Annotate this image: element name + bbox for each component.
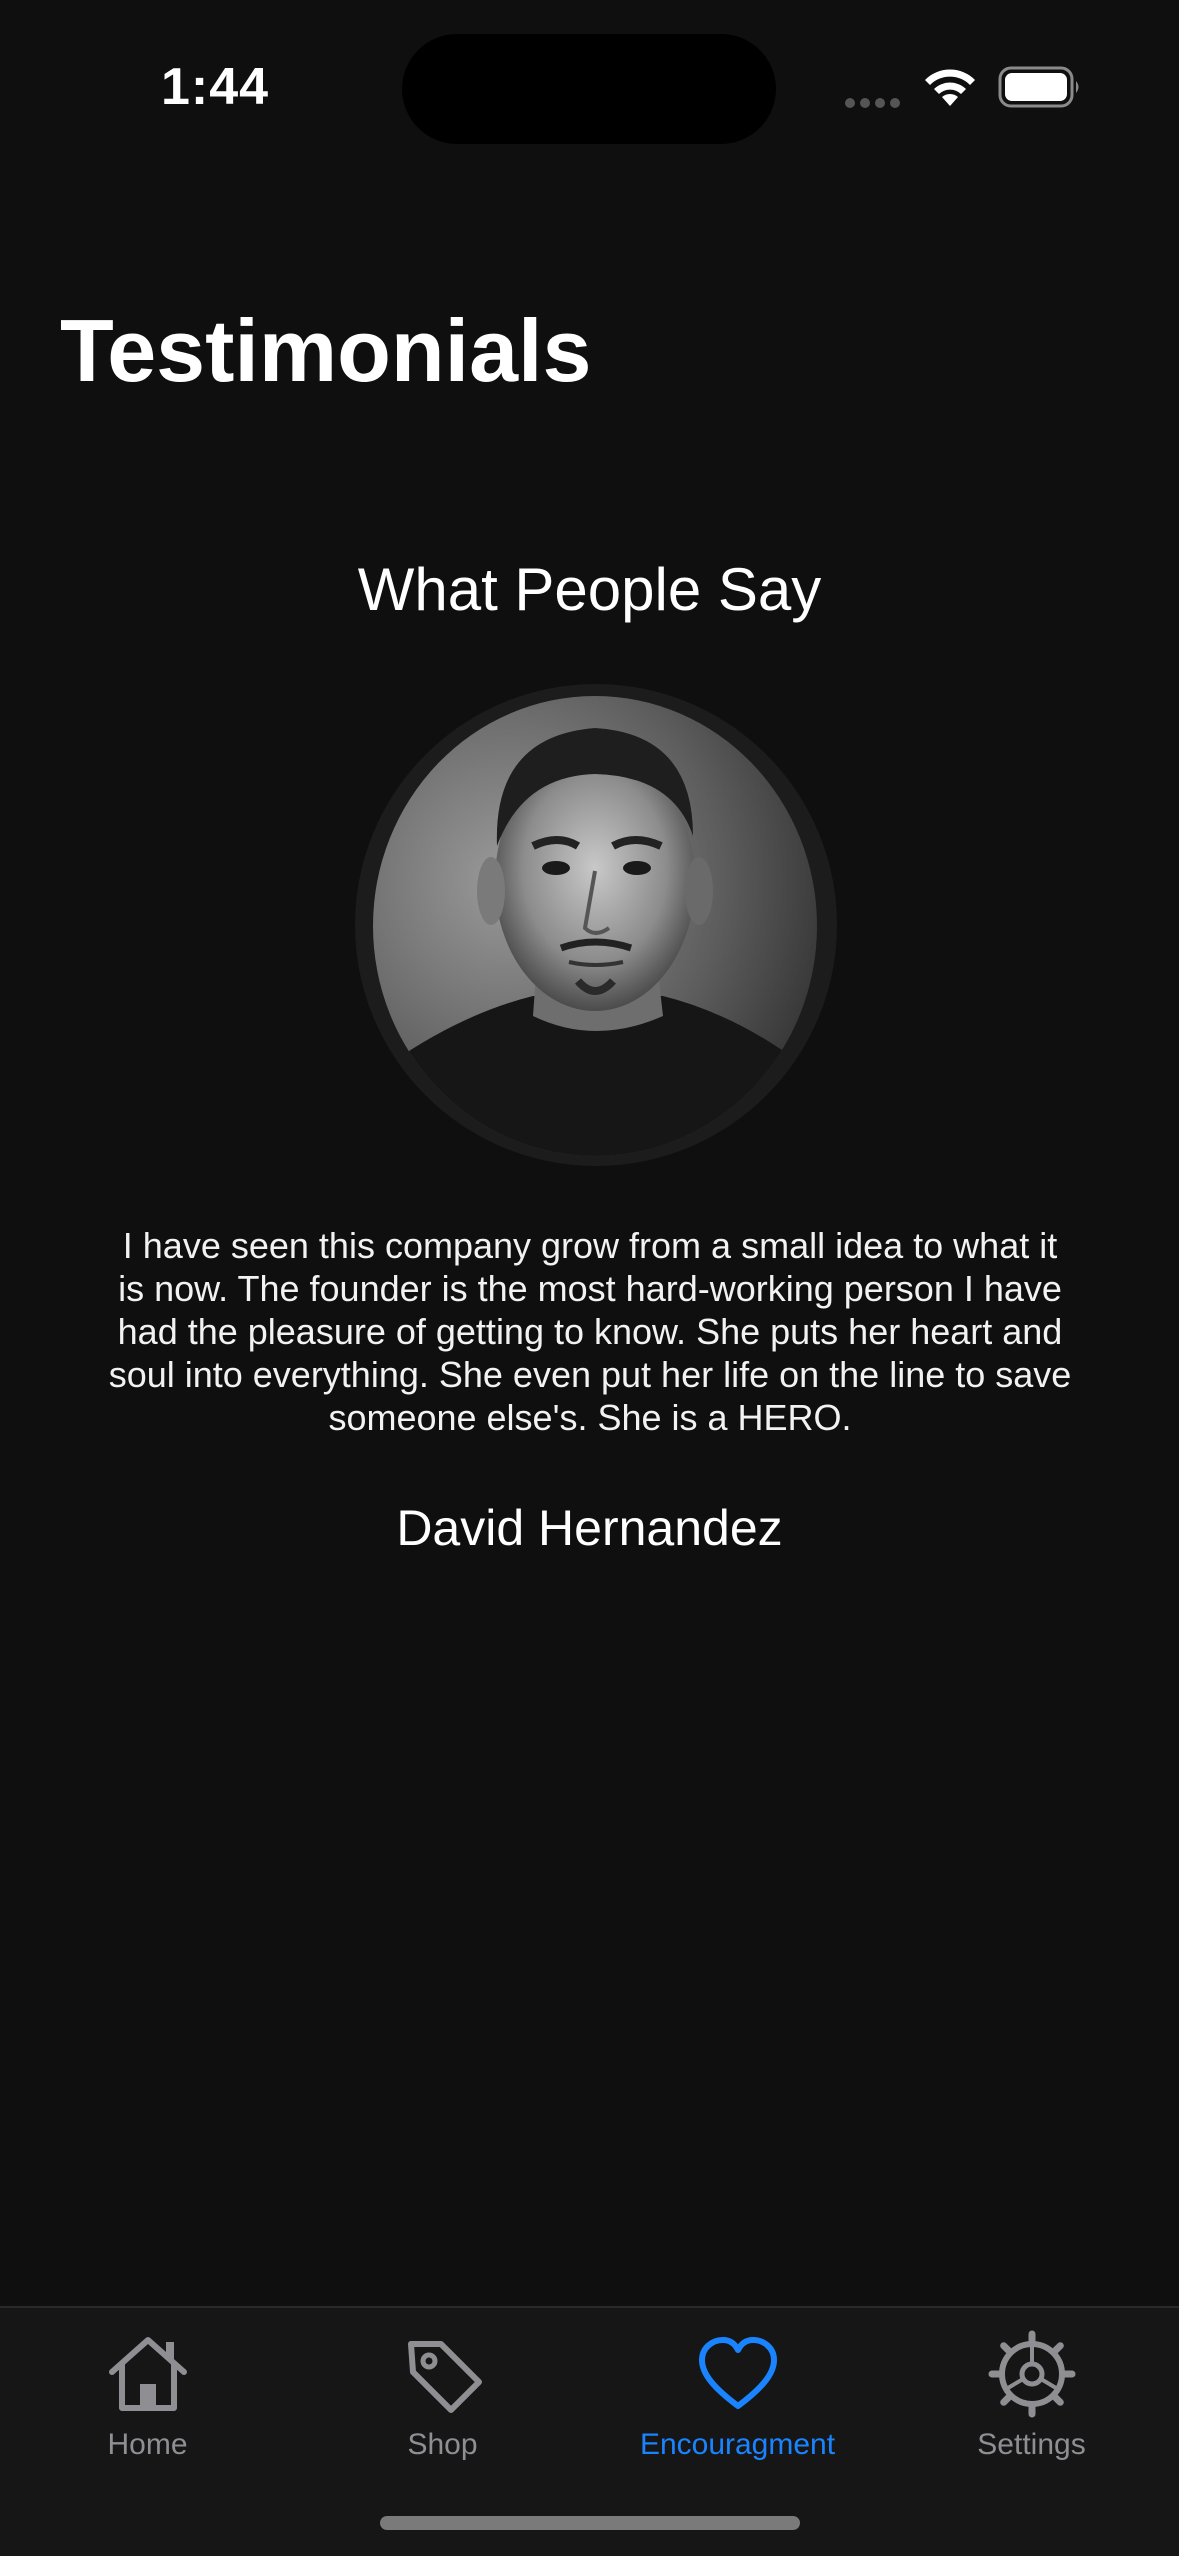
tab-shop[interactable]: Shop	[295, 2320, 590, 2480]
cellular-signal-icon	[845, 95, 905, 108]
portrait-photo	[373, 696, 817, 1156]
tab-settings[interactable]: Settings	[884, 2320, 1179, 2480]
testimonial-author: David Hernandez	[396, 1500, 783, 1556]
tag-icon	[407, 2341, 482, 2413]
avatar-ring	[355, 684, 837, 1166]
tab-label-shop: Shop	[407, 2428, 478, 2461]
tab-encouragment[interactable]: Encouragment	[590, 2320, 885, 2480]
gear-icon	[988, 2330, 1075, 2418]
status-bar: 1:44	[0, 0, 1179, 176]
page-title: Testimonials	[60, 301, 592, 400]
home-indicator[interactable]	[380, 2516, 800, 2530]
testimonial-quote: I have seen this company grow from a sma…	[108, 1225, 1072, 1438]
heart-icon	[698, 2337, 777, 2409]
dynamic-island	[402, 34, 776, 144]
tab-home[interactable]: Home	[0, 2320, 295, 2480]
section-heading: What People Say	[357, 556, 822, 623]
tab-label-home: Home	[107, 2428, 188, 2461]
tab-label-encouragment: Encouragment	[639, 2428, 836, 2461]
tab-label-settings: Settings	[977, 2428, 1086, 2461]
status-time: 1:44	[160, 58, 270, 116]
avatar	[373, 696, 817, 1156]
wifi-icon	[925, 69, 975, 106]
house-icon	[108, 2337, 187, 2411]
battery-icon	[998, 66, 1079, 108]
